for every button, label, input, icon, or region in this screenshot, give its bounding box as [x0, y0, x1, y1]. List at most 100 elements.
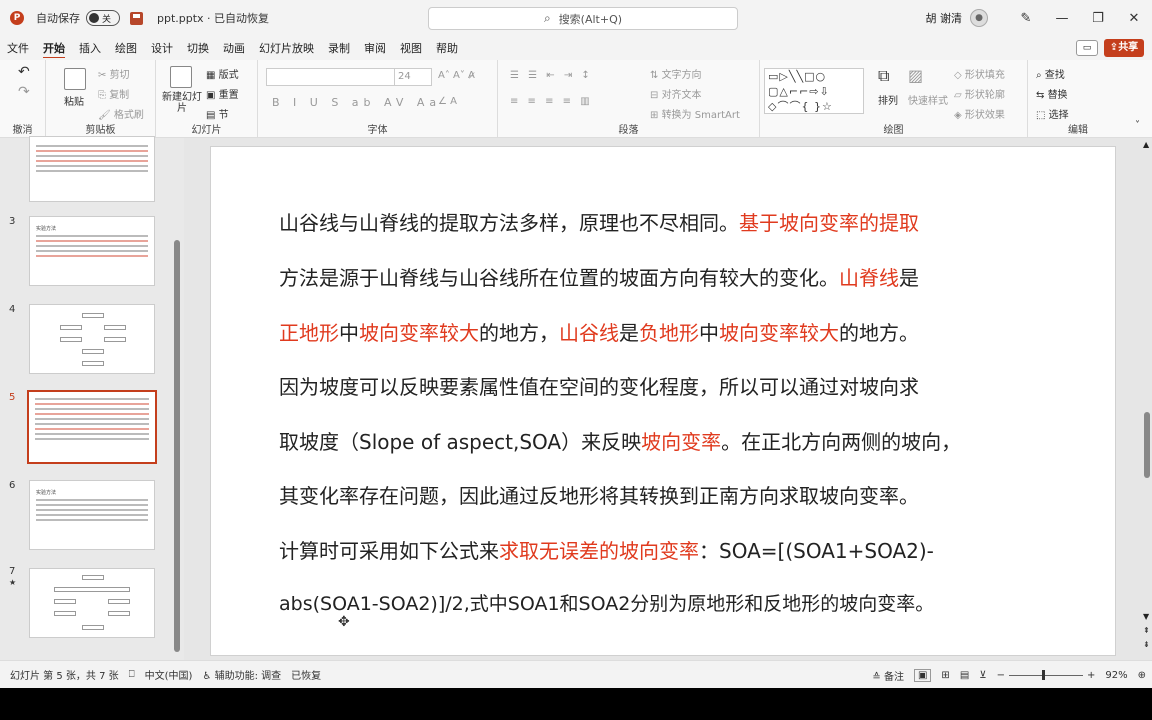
slide-scroll-thumb[interactable]	[1144, 412, 1150, 478]
slide-line[interactable]: 山谷线与山脊线的提取方法多样，原理也不尽相同。基于坡向变率的提取	[279, 207, 919, 236]
reset-button[interactable]: ▣ 重置	[206, 86, 239, 101]
undo-icon[interactable]: ↶	[18, 64, 30, 80]
screen-bottom-bar	[0, 688, 1152, 720]
scroll-down-icon[interactable]: ▼	[1143, 612, 1149, 621]
collapse-ribbon-icon[interactable]: ˅	[1135, 120, 1140, 131]
pen-icon[interactable]: ✎	[1008, 11, 1044, 26]
status-bar: 幻灯片 第 5 张，共 7 张 ⎕ 中文(中国) ♿ 辅助功能: 调查 已恢复 …	[0, 660, 1152, 688]
normal-view-icon[interactable]: ▣	[913, 668, 932, 682]
font-family-select[interactable]	[266, 68, 398, 86]
zoom-out-icon[interactable]: −	[997, 670, 1005, 681]
arrange-button[interactable]: 排列	[878, 92, 898, 107]
shapes-gallery[interactable]: ▭▷╲╲□○ ▢△⌐⌐⇨⇩ ◇⌒⌒{ }☆	[764, 68, 864, 114]
close-button[interactable]: ✕	[1116, 11, 1152, 26]
language-status[interactable]: 中文(中国)	[145, 667, 193, 682]
tab-animations[interactable]: 动画	[216, 40, 252, 56]
zoom-slider-knob[interactable]	[1041, 669, 1045, 680]
thumbnail-slide-3[interactable]: 实验方法	[29, 216, 155, 286]
save-icon[interactable]	[130, 11, 143, 25]
current-slide[interactable]: 山谷线与山脊线的提取方法多样，原理也不尽相同。基于坡向变率的提取 方法是源于山脊…	[210, 146, 1116, 656]
thumbnail-slide-2[interactable]	[29, 136, 155, 202]
new-slide-button[interactable]: 新建幻灯片	[162, 92, 202, 114]
notes-button[interactable]: ≙ 备注	[872, 668, 904, 683]
select-button[interactable]: ⬚ 选择	[1036, 106, 1069, 121]
slide-line[interactable]: 方法是源于山脊线与山谷线所在位置的坡面方向有较大的变化。山脊线是	[279, 262, 919, 291]
arrange-icon[interactable]: ⧉	[878, 66, 889, 86]
text-run: 。在正北方向两侧的坡向，	[721, 430, 962, 454]
slides-group: 新建幻灯片 ▦ 版式 ▣ 重置 ▤ 节 幻灯片	[156, 60, 258, 138]
slide-line[interactable]: abs(SOA1-SOA2)]/2,式中SOA1和SOA2分别为原地形和反地形的…	[279, 589, 934, 616]
slide-scrollbar[interactable]: ▲ ▼ ⇞ ⇟	[1142, 138, 1152, 660]
quick-styles-icon[interactable]: ▨	[908, 66, 923, 85]
zoom-level[interactable]: 92%	[1105, 670, 1127, 681]
thumbnails-scroll-thumb[interactable]	[174, 240, 180, 652]
zoom-in-icon[interactable]: +	[1087, 670, 1095, 681]
previous-slide-icon[interactable]: ⇞	[1143, 626, 1150, 635]
tab-view[interactable]: 视图	[393, 40, 429, 56]
font-format-buttons[interactable]: B I U S ab AV Aa	[272, 96, 441, 109]
thumbnail-slide-6[interactable]: 实验方法	[29, 480, 155, 550]
tab-help[interactable]: 帮助	[429, 40, 465, 56]
format-painter-button[interactable]: 🖌 格式刷	[98, 106, 144, 121]
slide-line[interactable]: 计算时可采用如下公式来求取无误差的坡向变率：SOA=[(SOA1+SOA2)-	[279, 535, 934, 564]
slide-line[interactable]: 因为坡度可以反映要素属性值在空间的变化程度，所以可以通过对坡向求	[279, 371, 919, 400]
next-slide-icon[interactable]: ⇟	[1143, 640, 1150, 649]
section-button[interactable]: ▤ 节	[206, 106, 229, 121]
tab-review[interactable]: 审阅	[357, 40, 393, 56]
slide-sorter-icon[interactable]: ⊞	[941, 670, 949, 681]
slide-line[interactable]: 取坡度（Slope of aspect,SOA）来反映坡向变率。在正北方向两侧的…	[279, 426, 961, 455]
restore-button[interactable]: ❐	[1080, 11, 1116, 26]
comment-icon[interactable]: ▭	[1076, 40, 1098, 56]
shape-effects-button[interactable]: ◈ 形状效果	[954, 106, 1005, 121]
tab-file[interactable]: 文件	[0, 40, 36, 56]
slide-line[interactable]: 其变化率存在问题，因此通过反地形将其转换到正南方向求取坡向变率。	[279, 480, 919, 509]
zoom-slider[interactable]	[1008, 669, 1083, 680]
reading-view-icon[interactable]: ▤	[960, 670, 969, 681]
shape-outline-button[interactable]: ▱ 形状轮廓	[954, 86, 1005, 101]
find-button[interactable]: ⌕ 查找	[1036, 66, 1065, 81]
quick-styles-button[interactable]: 快速样式	[908, 92, 948, 107]
minimize-button[interactable]: —	[1044, 11, 1080, 26]
autosave-toggle[interactable]: 关	[86, 10, 120, 26]
smartart-button[interactable]: ⊞ 转换为 SmartArt	[650, 106, 740, 121]
spellcheck-icon[interactable]: ⎕	[129, 669, 135, 680]
replace-button[interactable]: ⇆ 替换	[1036, 86, 1068, 101]
tab-insert[interactable]: 插入	[72, 40, 108, 56]
thumbnail-slide-5-active[interactable]	[27, 390, 157, 464]
text-run: 其变化率存在问题，因此通过反地形将其转换到正南方向求取坡向变率。	[279, 484, 919, 508]
paste-icon[interactable]	[64, 68, 86, 90]
cut-button[interactable]: ✂ 剪切	[98, 66, 130, 81]
paste-button[interactable]: 粘贴	[64, 93, 84, 108]
tab-slideshow[interactable]: 幻灯片放映	[252, 40, 321, 56]
new-slide-icon[interactable]	[170, 66, 192, 88]
list-buttons[interactable]: ☰ ☰ ⇤ ⇥ ↕	[510, 70, 593, 81]
scroll-up-icon[interactable]: ▲	[1143, 140, 1149, 149]
font-color-buttons[interactable]: ∠ A	[438, 96, 457, 107]
slideshow-icon[interactable]: ⊻	[979, 670, 986, 681]
thumbnails-scrollbar[interactable]	[174, 140, 180, 658]
search-input[interactable]: ⌕ 搜索(Alt+Q)	[428, 7, 738, 30]
align-buttons[interactable]: ≡ ≡ ≡ ≡ ▥	[510, 96, 593, 107]
tab-design[interactable]: 设计	[144, 40, 180, 56]
text-direction-button[interactable]: ⇅ 文字方向	[650, 66, 702, 81]
slide-line[interactable]: 正地形中坡向变率较大的地方，山谷线是负地形中坡向变率较大的地方。	[279, 317, 919, 346]
avatar[interactable]: ●	[970, 9, 988, 27]
tab-home[interactable]: 开始	[36, 40, 72, 56]
copy-button[interactable]: ⎘ 复制	[98, 86, 129, 101]
font-size-select[interactable]: 24	[394, 68, 432, 86]
align-text-button[interactable]: ⊟ 对齐文本	[650, 86, 702, 101]
fit-slide-icon[interactable]: ⊕	[1138, 670, 1146, 681]
paragraph-group: ☰ ☰ ⇤ ⇥ ↕ ≡ ≡ ≡ ≡ ▥ ⇅ 文字方向 ⊟ 对齐文本 ⊞ 转换为 …	[498, 60, 760, 138]
share-button[interactable]: ⇪共享	[1104, 39, 1144, 57]
user-name[interactable]: 胡 谢清	[926, 10, 963, 26]
accessibility-status[interactable]: ♿ 辅助功能: 调查	[202, 667, 281, 682]
redo-icon[interactable]: ↷	[18, 84, 30, 100]
layout-button[interactable]: ▦ 版式	[206, 66, 239, 81]
tab-record[interactable]: 录制	[321, 40, 357, 56]
font-size-buttons[interactable]: A˄ A˅ A̷	[438, 70, 475, 81]
shape-fill-button[interactable]: ◇ 形状填充	[954, 66, 1005, 81]
thumbnail-slide-7[interactable]	[29, 568, 155, 638]
tab-draw[interactable]: 绘图	[108, 40, 144, 56]
thumbnail-slide-4[interactable]	[29, 304, 155, 374]
tab-transitions[interactable]: 切换	[180, 40, 216, 56]
